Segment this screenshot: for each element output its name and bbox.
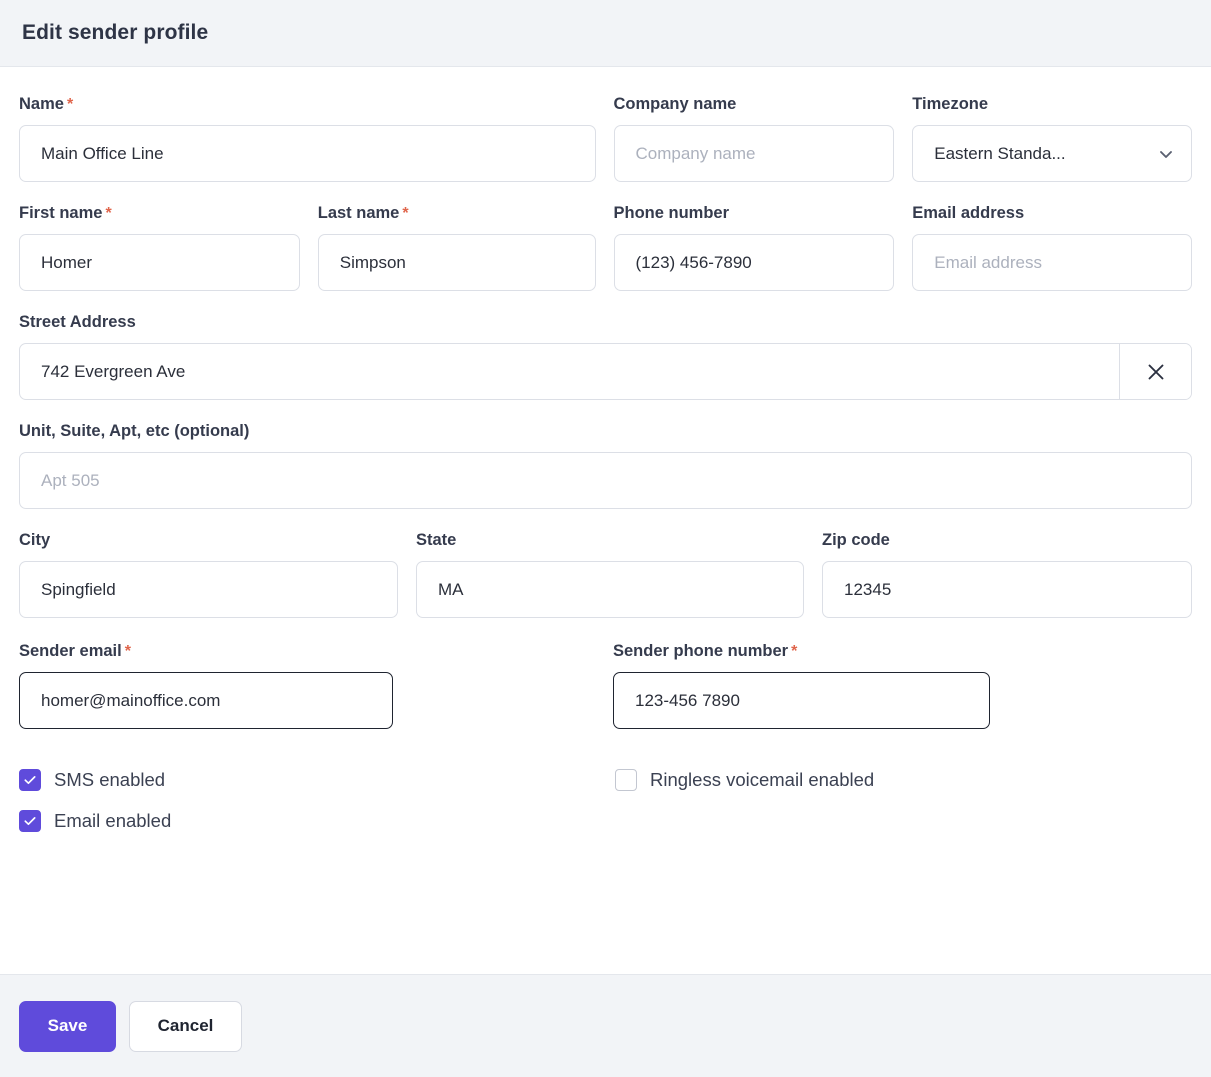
field-name: Name * Main Office Line (19, 95, 596, 182)
field-last-name: Last name * Simpson (317, 204, 596, 291)
required-asterisk: * (105, 205, 112, 222)
city-input-value: Spingfield (41, 579, 116, 599)
sms-enabled-label: SMS enabled (54, 768, 166, 790)
state-input-value: MA (438, 579, 464, 599)
checkbox-row-ringless-voicemail-enabled[interactable]: Ringless voicemail enabled (615, 759, 874, 800)
field-state: State MA (416, 531, 804, 618)
modal-body: Name * Main Office Line Company name Comp… (0, 67, 1211, 974)
ringless-voicemail-enabled-checkbox[interactable] (615, 768, 637, 791)
name-input[interactable]: Main Office Line (19, 125, 596, 182)
label-street-address: Street Address (19, 313, 136, 331)
field-timezone: Timezone Eastern Standa... (912, 95, 1192, 182)
phone-number-input[interactable]: (123) 456-7890 (613, 234, 895, 291)
state-input[interactable]: MA (416, 561, 804, 618)
timezone-select-value: Eastern Standa... (934, 143, 1066, 163)
email-address-input[interactable]: Email address (912, 234, 1192, 291)
label-sender-email: Sender email * (19, 642, 393, 661)
first-name-input[interactable]: Homer (19, 234, 300, 291)
ringless-voicemail-enabled-label: Ringless voicemail enabled (650, 768, 875, 790)
sender-phone-number-input[interactable]: 123-456 7890 (613, 672, 990, 729)
checkbox-group: SMS enabled Email enabled Ringless voice… (19, 759, 1192, 841)
form-row-sender: Sender email * homer@mainoffice.com Sende… (19, 642, 1192, 729)
form-row-contact: First name * Homer Last name * Simpson Pho… (19, 204, 1192, 291)
label-phone-number: Phone number (613, 204, 730, 222)
unit-placeholder: Apt 505 (41, 470, 100, 490)
cancel-button[interactable]: Cancel (129, 1000, 242, 1052)
required-asterisk: * (791, 643, 798, 660)
form-row-city-state-zip: City Spingfield State MA Zip code 12345 (19, 531, 1192, 618)
modal-header: Edit sender profile (0, 0, 1211, 67)
label-city: City (19, 531, 51, 549)
field-phone-number: Phone number (123) 456-7890 (613, 204, 895, 291)
edit-sender-profile-modal: Edit sender profile Name * Main Office Li… (0, 0, 1211, 1077)
field-email-address: Email address Email address (912, 204, 1192, 291)
required-asterisk: * (124, 643, 131, 660)
modal-footer: Save Cancel (0, 974, 1211, 1077)
field-company-name: Company name Company name (613, 95, 895, 182)
field-sender-phone-number: Sender phone number * 123-456 7890 (613, 642, 990, 729)
label-last-name-text: Last name (317, 204, 400, 222)
field-city: City Spingfield (19, 531, 398, 618)
sms-enabled-checkbox[interactable] (19, 768, 41, 791)
form-row-unit: Unit, Suite, Apt, etc (optional) Apt 505 (19, 422, 1192, 509)
form-row-identity: Name * Main Office Line Company name Comp… (19, 95, 1192, 182)
unit-input[interactable]: Apt 505 (19, 452, 1192, 509)
sender-phone-number-input-value: 123-456 7890 (635, 690, 740, 710)
checkbox-row-sms-enabled[interactable]: SMS enabled (19, 759, 1192, 800)
company-name-placeholder: Company name (635, 143, 756, 163)
email-enabled-checkbox[interactable] (19, 809, 41, 832)
save-button[interactable]: Save (19, 1000, 116, 1052)
required-asterisk: * (402, 205, 409, 222)
label-company-name: Company name (613, 95, 737, 113)
label-name: Name * (19, 95, 596, 114)
street-address-clear-button[interactable] (1119, 344, 1191, 399)
checkbox-row-email-enabled[interactable]: Email enabled (19, 800, 1192, 841)
label-state: State (416, 531, 457, 549)
city-input[interactable]: Spingfield (19, 561, 398, 618)
label-first-name: First name * (19, 204, 300, 223)
street-address-input-value: 742 Evergreen Ave (41, 361, 186, 381)
label-unit: Unit, Suite, Apt, etc (optional) (19, 422, 250, 440)
modal-title: Edit sender profile (22, 21, 209, 44)
last-name-input-value: Simpson (339, 252, 406, 272)
chevron-down-icon (1155, 143, 1177, 165)
required-asterisk: * (66, 96, 74, 113)
field-zip-code: Zip code 12345 (822, 531, 1192, 618)
label-name-text: Name (19, 95, 64, 113)
field-first-name: First name * Homer (19, 204, 300, 291)
last-name-input[interactable]: Simpson (317, 234, 596, 291)
label-first-name-text: First name (19, 204, 103, 222)
email-address-placeholder: Email address (934, 252, 1042, 272)
field-street-address: Street Address 742 Evergreen Ave (19, 313, 1192, 400)
close-icon (1145, 361, 1167, 383)
label-sender-phone-number: Sender phone number * (613, 642, 990, 661)
label-sender-phone-number-text: Sender phone number (613, 642, 789, 660)
zip-code-input-value: 12345 (844, 579, 892, 599)
sender-email-input-value: homer@mainoffice.com (41, 690, 221, 710)
timezone-select[interactable]: Eastern Standa... (912, 125, 1192, 182)
label-sender-email-text: Sender email (19, 642, 122, 660)
checkbox-column-right: Ringless voicemail enabled (615, 759, 874, 800)
form-row-street-address: Street Address 742 Evergreen Ave (19, 313, 1192, 400)
sender-email-input[interactable]: homer@mainoffice.com (19, 672, 393, 729)
email-enabled-label: Email enabled (54, 809, 172, 831)
phone-number-input-value: (123) 456-7890 (635, 252, 752, 272)
label-email-address: Email address (912, 204, 1025, 222)
zip-code-input[interactable]: 12345 (822, 561, 1192, 618)
field-sender-email: Sender email * homer@mainoffice.com (19, 642, 393, 729)
label-timezone: Timezone (912, 95, 989, 113)
street-address-input-group: 742 Evergreen Ave (19, 343, 1192, 400)
first-name-input-value: Homer (41, 252, 93, 272)
label-zip-code: Zip code (822, 531, 890, 549)
name-input-value: Main Office Line (41, 143, 164, 163)
street-address-input[interactable]: 742 Evergreen Ave (20, 344, 1119, 399)
label-last-name: Last name * (318, 204, 596, 223)
field-unit: Unit, Suite, Apt, etc (optional) Apt 505 (19, 422, 1192, 509)
company-name-input[interactable]: Company name (613, 125, 895, 182)
